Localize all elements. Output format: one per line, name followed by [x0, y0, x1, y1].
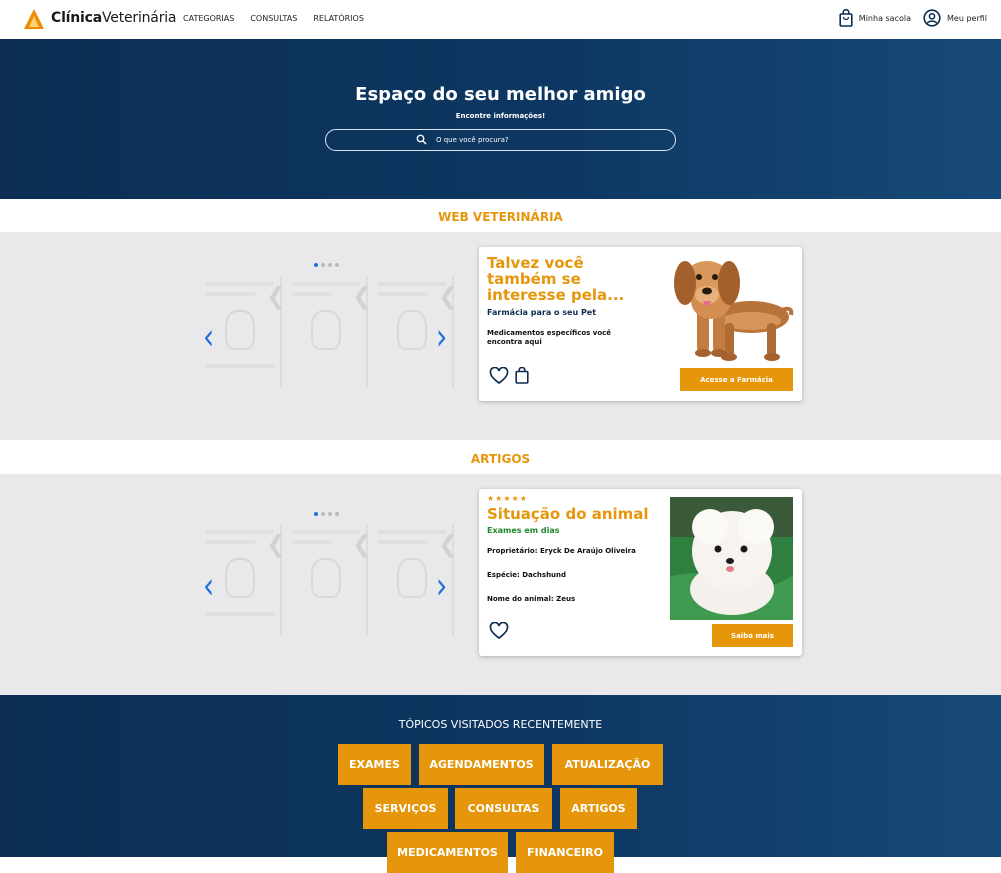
carousel-next-button[interactable]: ›: [436, 315, 447, 358]
nav-consultas[interactable]: CONSULTAS: [250, 14, 297, 23]
topic-consultas[interactable]: CONSULTAS: [455, 788, 552, 829]
topic-exames[interactable]: EXAMES: [338, 744, 411, 785]
card-subtitle: Exames em dias: [487, 526, 560, 535]
user-circle-icon: [923, 9, 941, 27]
topic-agendamentos[interactable]: AGENDAMENTOS: [419, 744, 544, 785]
shopping-bag-icon: [839, 9, 853, 27]
header-actions: Minha sacola Meu perfil: [839, 9, 987, 27]
card-subtitle: Farmácia para o seu Pet: [487, 308, 597, 317]
topic-atualizacao[interactable]: ATUALIZAÇÃO: [552, 744, 663, 785]
search-bar[interactable]: [325, 129, 676, 151]
pharmacy-card: Talvez você também se interesse pela... …: [479, 247, 802, 401]
heart-icon[interactable]: [489, 622, 509, 640]
heart-icon[interactable]: [489, 367, 509, 385]
bag-label: Minha sacola: [858, 13, 911, 23]
main-nav: CATEGORIAS CONSULTAS RELATÓRIOS: [183, 14, 364, 23]
animal-name-text: Nome do animal: Zeus: [487, 595, 576, 603]
faded-carousel-items: ❮ ❮ ❮: [200, 494, 458, 644]
owner-text: Proprietário: Eryck De Araújo Oliveira: [487, 547, 636, 555]
hero-subtitle: Encontre informações!: [455, 112, 546, 120]
topic-financeiro[interactable]: FINANCEIRO: [516, 832, 614, 873]
search-input[interactable]: [436, 133, 656, 147]
dachshund-illustration: [674, 261, 794, 361]
faded-carousel-items: ❮ ❮ ❮: [200, 246, 458, 396]
topic-medicamentos[interactable]: MEDICAMENTOS: [387, 832, 508, 873]
nav-categorias[interactable]: CATEGORIAS: [183, 14, 234, 23]
article-card: ★★★★★ Situação do animal Exames em dias …: [479, 489, 802, 656]
carousel-band-2: ❮ ❮ ❮ ‹ › ★★★★★ Situação do animal Exames …: [0, 474, 1001, 695]
section-title-web-veterinaria: WEB VETERINÁRIA: [438, 210, 563, 224]
nav-relatorios[interactable]: RELATÓRIOS: [313, 14, 364, 23]
recent-topics-title: TÓPICOS VISITADOS RECENTEMENTE: [398, 718, 603, 731]
brand-name[interactable]: ClínicaVeterinária: [51, 10, 177, 26]
carousel-band-1: ❮ ❮ ❮ ‹ › Talvez você também se interesse …: [0, 232, 1001, 440]
rating-stars: ★★★★★: [487, 494, 528, 503]
card-title: Situação do animal: [487, 505, 649, 523]
carousel-prev-button[interactable]: ‹: [203, 315, 214, 358]
top-navbar: ClínicaVeterinária CATEGORIAS CONSULTAS …: [0, 0, 1001, 39]
carousel-next-button[interactable]: ›: [436, 564, 447, 607]
profile-label: Meu perfil: [947, 13, 987, 23]
card-title: Talvez você também se interesse pela...: [487, 254, 625, 304]
hero-title: Espaço do seu melhor amigo: [355, 84, 646, 105]
search-icon[interactable]: [416, 134, 427, 145]
shopping-bag-icon[interactable]: [515, 367, 529, 384]
learn-more-button[interactable]: Saiba mais: [712, 624, 793, 647]
bag-button[interactable]: Minha sacola: [839, 9, 911, 27]
hero-banner: Espaço do seu melhor amigo Encontre info…: [0, 39, 1001, 199]
access-pharmacy-button[interactable]: Acesse a Farmácia: [680, 368, 793, 391]
profile-button[interactable]: Meu perfil: [923, 9, 987, 27]
recent-topics-footer: TÓPICOS VISITADOS RECENTEMENTE EXAMES AG…: [0, 695, 1001, 873]
logo-icon[interactable]: [23, 8, 45, 30]
puppy-photo: [670, 497, 793, 620]
carousel-prev-button[interactable]: ‹: [203, 564, 214, 607]
topic-servicos[interactable]: SERVIÇOS: [363, 788, 448, 829]
species-text: Espécie: Dachshund: [487, 571, 567, 579]
topic-artigos[interactable]: ARTIGOS: [560, 788, 637, 829]
section-title-artigos: ARTIGOS: [470, 452, 531, 466]
card-text: Medicamentos específicos você encontra a…: [487, 329, 612, 346]
